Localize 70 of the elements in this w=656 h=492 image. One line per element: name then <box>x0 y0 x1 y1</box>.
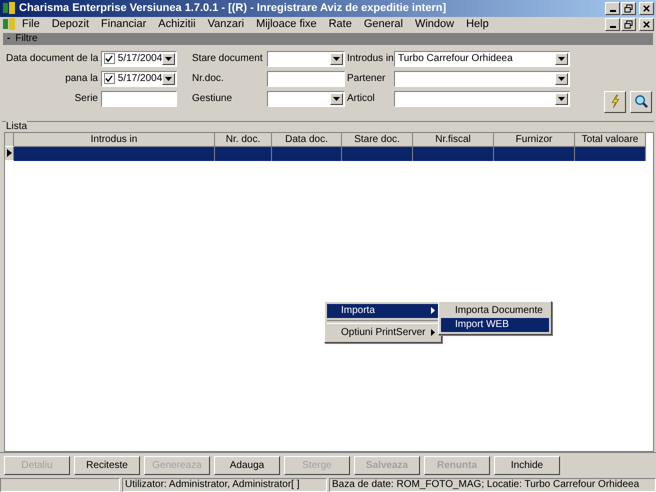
column-header[interactable]: Furnizor <box>494 132 575 147</box>
dropdown-field[interactable] <box>394 70 570 87</box>
checkbox[interactable] <box>104 73 115 84</box>
menu-item[interactable]: Optiuni PrintServer <box>327 326 439 340</box>
menu-item[interactable]: Help <box>460 18 495 30</box>
close-icon <box>642 20 651 29</box>
menu-item[interactable]: Rate <box>322 18 358 30</box>
checkbox[interactable] <box>104 53 115 64</box>
field-label: Articol <box>347 93 376 104</box>
menu-item[interactable]: Importa Documente <box>441 304 549 318</box>
input-field[interactable] <box>267 70 345 87</box>
window-title: Charisma Enterprise Versiunea 1.7.0.1 - [(R) - Inregistrare Aviz de expeditie intern] <box>19 2 446 14</box>
column-header[interactable]: Total valoare <box>575 132 646 147</box>
menu-item[interactable]: Mijloace fixe <box>250 18 323 30</box>
field-label: Partener <box>347 73 386 84</box>
field-label: Gestiune <box>192 93 234 104</box>
dropdown-field[interactable] <box>394 90 570 107</box>
menu-item[interactable]: File <box>16 18 46 30</box>
field-label: Nr.doc. <box>192 73 225 84</box>
column-header[interactable]: Introdus in <box>14 132 215 147</box>
action-button[interactable]: Inchide <box>494 456 560 475</box>
action-button[interactable]: Reciteste <box>74 456 140 475</box>
menu-item[interactable]: Importa <box>327 304 439 318</box>
search-icon <box>634 94 648 110</box>
lightning-icon[interactable] <box>604 90 626 113</box>
table-cell <box>342 146 413 161</box>
restore-button[interactable] <box>621 18 636 31</box>
input-field[interactable] <box>101 90 177 107</box>
date-field[interactable]: 5/17/2004 <box>101 70 177 87</box>
row-pointer-icon <box>6 149 12 158</box>
search-button[interactable] <box>630 90 652 113</box>
menu-item[interactable]: Window <box>408 18 460 30</box>
dropdown-field[interactable] <box>267 50 345 67</box>
minimize-button[interactable] <box>605 2 620 15</box>
restore-button[interactable] <box>621 2 636 15</box>
dropdown-field[interactable]: Turbo Carrefour Orhideea <box>394 50 570 67</box>
table-cell <box>575 146 646 161</box>
status-panel: Utilizator: Administrator, Administrator[ ] <box>122 478 327 492</box>
minimize-icon <box>610 26 616 28</box>
field-label: Introdus in <box>347 53 391 64</box>
column-header[interactable]: Nr.fiscal <box>413 132 494 147</box>
dropdown-field[interactable] <box>267 90 345 107</box>
app-icon <box>2 1 16 16</box>
field-label: Data document de la <box>6 53 98 64</box>
field-label: pana la <box>64 73 98 84</box>
close-icon <box>642 4 651 13</box>
menu-item[interactable]: Import WEB <box>441 318 549 332</box>
menu-item[interactable]: Financiar <box>95 18 152 30</box>
document-icon <box>2 17 16 32</box>
column-header[interactable]: Data doc. <box>272 132 342 147</box>
column-header[interactable]: Stare doc. <box>342 132 413 147</box>
table-cell <box>272 146 342 161</box>
close-button[interactable] <box>639 18 654 31</box>
minimize-icon <box>610 10 616 12</box>
menu-item[interactable]: Depozit <box>46 18 96 30</box>
menu-item[interactable]: General <box>358 18 409 30</box>
field-label: Stare document <box>192 53 264 64</box>
status-panel: Baza de date: ROM_FOTO_MAG; Locatie: Turbo Carrefour Orhideea <box>329 478 656 492</box>
date-field[interactable]: 5/17/2004 <box>101 50 177 67</box>
collapse-toggle[interactable]: - <box>7 33 10 44</box>
group-title: Lista <box>6 120 28 132</box>
menu-item[interactable]: Achizitii <box>152 18 202 30</box>
action-button[interactable]: Adauga <box>214 456 280 475</box>
column-header[interactable]: Nr. doc. <box>215 132 272 147</box>
menu-item[interactable]: Vanzari <box>202 18 250 30</box>
minimize-button[interactable] <box>605 18 620 31</box>
table-cell <box>215 146 272 161</box>
panel-title: Filtre <box>15 33 38 44</box>
close-button[interactable] <box>639 2 654 15</box>
field-label: Serie <box>74 93 98 104</box>
